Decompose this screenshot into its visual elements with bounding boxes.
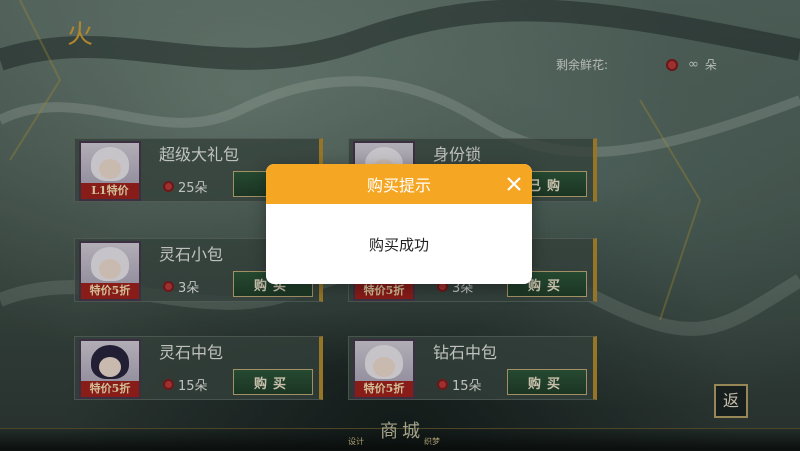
purchase-dialog: 购买提示 购买成功 [266, 164, 532, 284]
dialog-title: 购买提示 [366, 176, 431, 195]
dialog-header: 购买提示 [266, 164, 532, 204]
dialog-message: 购买成功 [368, 235, 429, 254]
close-icon[interactable] [502, 172, 526, 196]
